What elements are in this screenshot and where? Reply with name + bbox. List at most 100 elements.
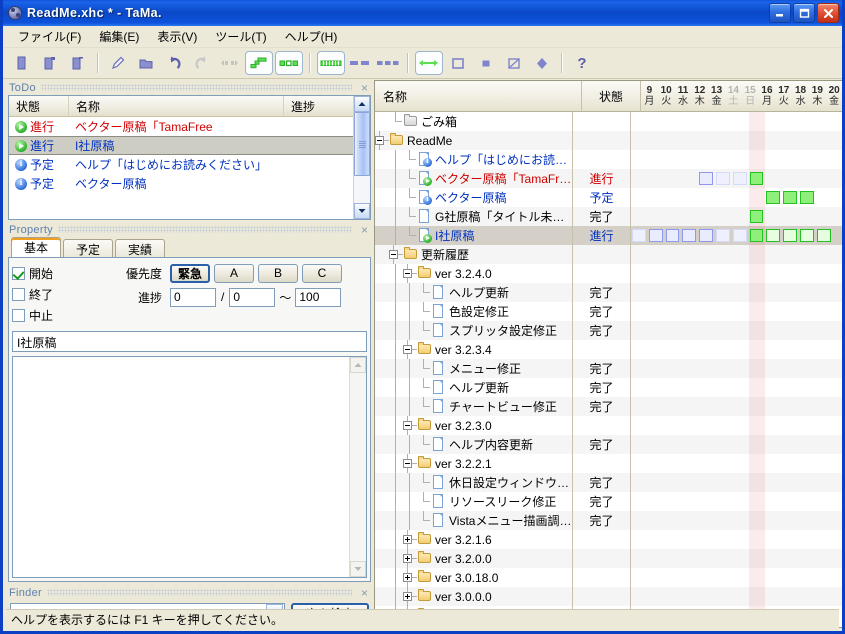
gantt-row-area[interactable]	[631, 435, 842, 454]
priority-urgent-button[interactable]: 緊急	[170, 263, 211, 283]
gantt-cell[interactable]	[748, 454, 766, 473]
gantt-cell[interactable]	[681, 587, 698, 606]
priority-c-button[interactable]: C	[302, 263, 343, 283]
gantt-cell[interactable]	[681, 340, 698, 359]
finder-close-icon[interactable]: ×	[358, 586, 371, 599]
gantt-cell[interactable]	[631, 169, 648, 188]
gantt-cell[interactable]	[799, 150, 816, 169]
milestone-chart-icon[interactable]	[275, 51, 303, 75]
gantt-cell[interactable]	[833, 283, 842, 302]
gantt-cell[interactable]	[816, 587, 833, 606]
gantt-cell[interactable]	[782, 207, 799, 226]
gantt-cell[interactable]	[748, 359, 766, 378]
gantt-cell[interactable]	[782, 378, 799, 397]
gantt-cell[interactable]	[799, 568, 816, 587]
gantt-cell[interactable]	[816, 112, 833, 131]
gantt-cell[interactable]	[748, 283, 766, 302]
gantt-cell[interactable]	[665, 587, 682, 606]
gantt-bar[interactable]	[766, 229, 781, 242]
gantt-cell[interactable]	[665, 264, 682, 283]
gantt-cell[interactable]	[816, 340, 833, 359]
gantt-cell[interactable]	[799, 378, 816, 397]
gantt-cell[interactable]	[681, 492, 698, 511]
gantt-cell[interactable]	[799, 340, 816, 359]
gantt-cell[interactable]	[748, 549, 766, 568]
gantt-cell[interactable]	[681, 530, 698, 549]
todo-close-icon[interactable]: ×	[358, 81, 371, 94]
gantt-cell[interactable]	[698, 264, 715, 283]
collapse-minus-icon[interactable]	[403, 416, 417, 435]
gantt-cell[interactable]	[782, 169, 799, 188]
gantt-cell[interactable]	[681, 245, 698, 264]
save-document-icon[interactable]	[65, 51, 91, 75]
tree-row[interactable]: メニュー修正 完了	[375, 359, 842, 378]
check-start[interactable]: 開始	[12, 263, 90, 284]
gantt-cell[interactable]	[782, 397, 799, 416]
menu-tools[interactable]: ツール(T)	[206, 26, 275, 47]
gantt-cell[interactable]	[715, 283, 732, 302]
gantt-row-area[interactable]	[631, 131, 842, 150]
gantt-cell[interactable]	[765, 568, 782, 587]
gantt-cell[interactable]	[816, 549, 833, 568]
gantt-bar[interactable]	[665, 229, 680, 242]
todo-vertical-scrollbar[interactable]	[353, 96, 370, 219]
gantt-cell[interactable]	[648, 283, 665, 302]
gantt-cell[interactable]	[648, 302, 665, 321]
gantt-cell[interactable]	[648, 454, 665, 473]
gantt-cell[interactable]	[833, 530, 842, 549]
crossed-square-icon[interactable]	[501, 51, 527, 75]
gantt-cell[interactable]	[816, 473, 833, 492]
gantt-cell[interactable]	[648, 112, 665, 131]
gantt-cell[interactable]	[782, 530, 799, 549]
memo-vertical-scrollbar[interactable]	[349, 357, 366, 577]
gantt-cell[interactable]	[816, 321, 833, 340]
tree-row[interactable]: ver 3.0.0.0	[375, 587, 842, 606]
gantt-cell[interactable]	[833, 207, 842, 226]
gantt-cell[interactable]	[698, 359, 715, 378]
gantt-cell[interactable]	[833, 340, 842, 359]
gantt-cell[interactable]	[748, 188, 766, 207]
tree-row[interactable]: ヘルプ「はじめにお読みくださ…	[375, 150, 842, 169]
gantt-bar[interactable]	[766, 191, 781, 204]
menu-file[interactable]: ファイル(F)	[9, 26, 90, 47]
gantt-cell[interactable]	[765, 112, 782, 131]
todo-row[interactable]: 進行 ベクター原稿「TamaFree	[9, 117, 353, 136]
tree-row[interactable]: 更新履歴	[375, 245, 842, 264]
gantt-cell[interactable]	[698, 568, 715, 587]
gantt-cell[interactable]	[816, 530, 833, 549]
gantt-cell[interactable]	[732, 435, 749, 454]
gantt-cell[interactable]	[698, 112, 715, 131]
gantt-cell[interactable]	[765, 207, 782, 226]
gantt-cell[interactable]	[631, 492, 648, 511]
folder-icon[interactable]	[133, 51, 159, 75]
gantt-bar[interactable]	[716, 229, 730, 242]
gantt-cell[interactable]	[665, 568, 682, 587]
step-chart-icon[interactable]	[245, 51, 273, 75]
gantt-cell[interactable]	[782, 302, 799, 321]
gantt-cell[interactable]	[665, 397, 682, 416]
gantt-cell[interactable]	[816, 454, 833, 473]
gantt-cell[interactable]	[748, 587, 766, 606]
gantt-cell[interactable]	[799, 473, 816, 492]
scroll-down-icon[interactable]	[350, 561, 366, 577]
gantt-cell[interactable]	[732, 359, 749, 378]
gantt-cell[interactable]	[648, 340, 665, 359]
gantt-cell[interactable]	[833, 511, 842, 530]
gantt-cell[interactable]	[833, 568, 842, 587]
gantt-cell[interactable]	[648, 188, 665, 207]
tree-row[interactable]: ReadMe	[375, 131, 842, 150]
gantt-cell[interactable]	[665, 207, 682, 226]
todo-col-state[interactable]: 状態	[9, 96, 69, 116]
gantt-cell[interactable]	[732, 321, 749, 340]
gantt-cell[interactable]	[631, 302, 648, 321]
gantt-cell[interactable]	[681, 207, 698, 226]
gantt-cell[interactable]	[698, 530, 715, 549]
gantt-cell[interactable]	[765, 169, 782, 188]
priority-a-button[interactable]: A	[214, 263, 255, 283]
gantt-scale-month-icon[interactable]	[375, 51, 401, 75]
gantt-cell[interactable]	[732, 454, 749, 473]
collapse-minus-icon[interactable]	[403, 264, 417, 283]
checkbox-end-box[interactable]	[12, 288, 25, 301]
gantt-cell[interactable]	[681, 378, 698, 397]
gantt-cell[interactable]	[698, 587, 715, 606]
